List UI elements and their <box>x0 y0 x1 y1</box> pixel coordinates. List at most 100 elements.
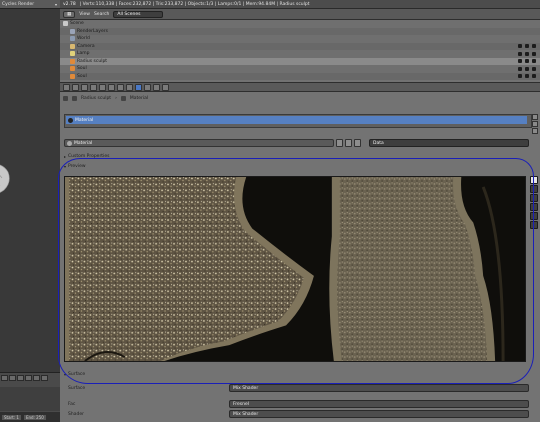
tab-texture[interactable] <box>144 83 151 91</box>
material-slot-label: Material <box>75 117 94 123</box>
display-mode-select[interactable]: All Scenes <box>113 10 164 18</box>
preview-image <box>65 177 525 361</box>
outliner-item-icon <box>70 58 75 64</box>
object-icon <box>72 96 77 101</box>
surface-panel-header[interactable]: ▾ Surface <box>64 372 85 377</box>
timeline-editor[interactable]: Start: 1 End: 250 <box>0 372 60 422</box>
tab-world[interactable] <box>90 83 97 91</box>
outliner-item[interactable]: Scene <box>60 20 540 28</box>
outliner-item-label: Lamp <box>77 51 90 57</box>
eye-icon[interactable] <box>518 51 522 56</box>
fake-user-button[interactable] <box>336 139 343 147</box>
material-slot-list[interactable]: Material <box>64 114 532 128</box>
tab-physics[interactable] <box>162 83 169 91</box>
outliner-item-icon <box>70 66 75 72</box>
play-button[interactable] <box>25 375 32 381</box>
preview-panel-header[interactable]: ▾ Preview <box>64 164 86 169</box>
timeline-ruler[interactable] <box>0 387 60 411</box>
surface-label: Surface <box>68 372 86 377</box>
tab-constraints[interactable] <box>108 83 115 91</box>
outliner-item[interactable]: Soul <box>60 72 540 80</box>
visibility-toggles <box>518 74 536 79</box>
camera-icon[interactable] <box>532 44 536 49</box>
shader-input-select[interactable]: Mix Shader <box>229 410 529 418</box>
pin-icon[interactable] <box>63 96 68 101</box>
surface-shader-label: Surface <box>68 385 86 391</box>
eye-icon[interactable] <box>518 74 522 79</box>
tab-modifiers[interactable] <box>117 83 124 91</box>
monkey-preview-icon[interactable] <box>530 194 538 202</box>
jump-start-button[interactable] <box>1 375 8 381</box>
outliner-item[interactable]: Camera <box>60 42 540 50</box>
breadcrumb-object: Radius sculpt <box>81 96 112 101</box>
outliner-item[interactable]: RenderLayers <box>60 27 540 35</box>
surface-shader-select[interactable]: Mix Shader <box>229 384 529 392</box>
tab-scene[interactable] <box>81 83 88 91</box>
tab-render-layers[interactable] <box>72 83 79 91</box>
sculpt-mesh-edge[interactable] <box>0 160 18 200</box>
visibility-toggles <box>518 59 536 64</box>
prev-key-button[interactable] <box>9 375 16 381</box>
material-slot-item[interactable]: Material <box>66 116 527 124</box>
outliner-item[interactable]: Soul <box>60 65 540 73</box>
breadcrumb-material: Material <box>129 96 149 101</box>
custom-properties-panel-header[interactable]: ▸ Custom Properties <box>64 154 109 159</box>
play-reverse-button[interactable] <box>17 375 24 381</box>
material-preview-render <box>64 176 526 362</box>
outliner-item[interactable]: Lamp <box>60 50 540 58</box>
new-material-button[interactable] <box>345 139 352 147</box>
camera-icon[interactable] <box>532 51 536 56</box>
frame-start-field[interactable]: Start: 1 <box>2 414 21 420</box>
remove-slot-button[interactable] <box>532 121 538 127</box>
slot-specials-button[interactable] <box>532 128 538 134</box>
link-data-select[interactable]: Data <box>369 139 529 147</box>
cursor-icon[interactable] <box>525 74 529 79</box>
tab-object[interactable] <box>99 83 106 91</box>
fac-label: Fac <box>68 401 76 407</box>
camera-icon[interactable] <box>532 59 536 64</box>
disclosure-down-icon: ▾ <box>64 372 67 377</box>
hair-preview-icon[interactable] <box>530 203 538 211</box>
visibility-toggles <box>518 66 536 71</box>
outliner-item-label: Soul <box>77 73 87 79</box>
material-datablock-row: Material Data <box>64 139 536 147</box>
fac-input-select[interactable]: Fresnel <box>229 400 529 408</box>
material-browse-icon[interactable] <box>67 140 72 146</box>
eye-icon[interactable] <box>518 59 522 64</box>
3d-viewport[interactable]: Cycles Render ▾ Start: 1 End: 250 <box>0 0 60 422</box>
tab-material[interactable] <box>135 83 142 91</box>
outliner-item-icon <box>70 73 75 79</box>
scene-stats: | Verts:110,338 | Faces:232,872 | Tris:2… <box>79 1 310 7</box>
sky-preview-icon[interactable] <box>530 212 538 220</box>
editor-type-button[interactable]: ▦ <box>63 10 76 18</box>
eye-icon[interactable] <box>518 44 522 49</box>
cursor-icon[interactable] <box>525 51 529 56</box>
properties-context-tabs <box>60 82 540 92</box>
jump-end-button[interactable] <box>41 375 48 381</box>
tab-data[interactable] <box>126 83 133 91</box>
cursor-icon[interactable] <box>525 66 529 71</box>
outliner[interactable]: Scene RenderLayers World Camera Lamp Radius s… <box>60 20 540 80</box>
unlink-material-button[interactable] <box>354 139 361 147</box>
tab-particles[interactable] <box>153 83 160 91</box>
frame-end-field[interactable]: End: 250 <box>23 414 46 420</box>
outliner-item[interactable]: World <box>60 35 540 43</box>
render-engine-select[interactable]: Cycles Render ▾ <box>0 0 60 9</box>
sphere-preview-icon[interactable] <box>530 176 538 184</box>
next-key-button[interactable] <box>33 375 40 381</box>
cube-preview-icon[interactable] <box>530 185 538 193</box>
add-slot-button[interactable] <box>532 114 538 120</box>
fac-input-row: Fac Fresnel <box>64 400 536 408</box>
cursor-icon[interactable] <box>525 59 529 64</box>
camera-icon[interactable] <box>532 74 536 79</box>
eye-icon[interactable] <box>518 66 522 71</box>
world-preview-icon[interactable] <box>530 221 538 229</box>
tab-render[interactable] <box>63 83 70 91</box>
camera-icon[interactable] <box>532 66 536 71</box>
search-menu[interactable]: Search <box>94 12 109 17</box>
preview-type-buttons <box>530 176 538 229</box>
material-name-field[interactable]: Material <box>64 139 334 147</box>
view-menu[interactable]: View <box>79 12 90 17</box>
cursor-icon[interactable] <box>525 44 529 49</box>
outliner-item[interactable]: Radius sculpt <box>60 57 540 65</box>
